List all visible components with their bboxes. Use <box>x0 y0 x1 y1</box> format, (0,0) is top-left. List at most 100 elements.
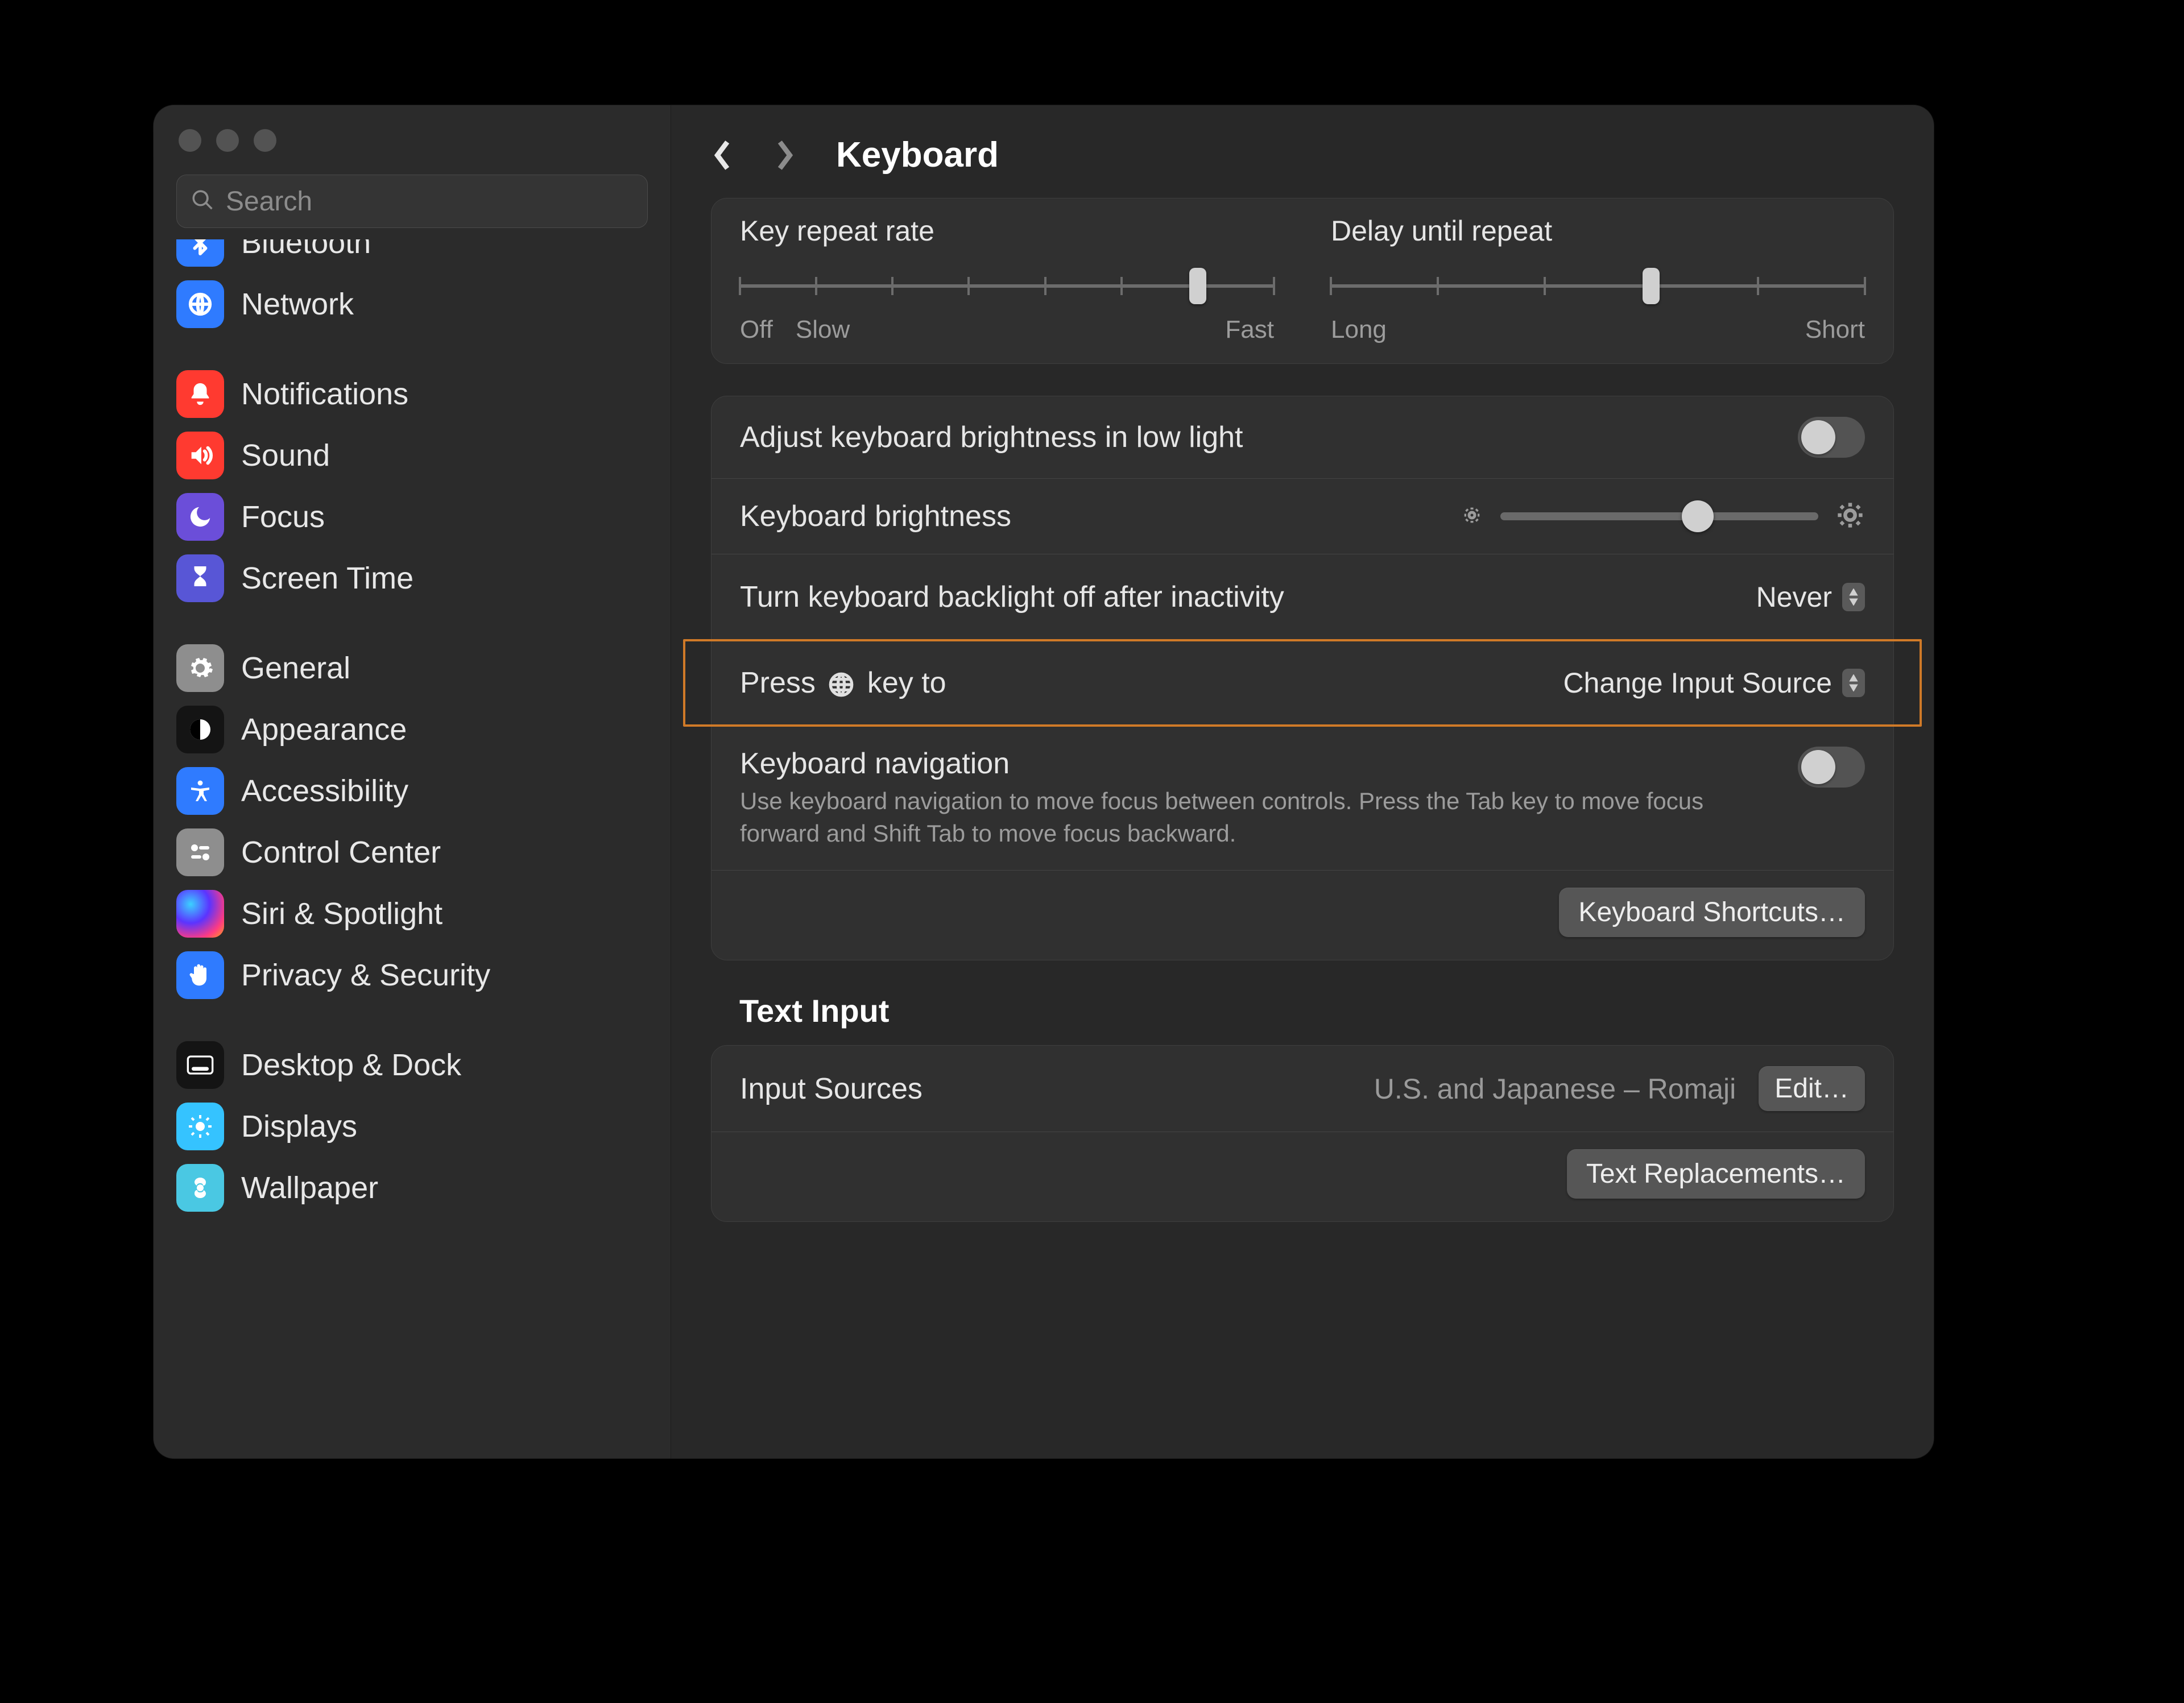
backlight-off-select[interactable]: Never <box>1744 575 1865 619</box>
sidebar-item-network[interactable]: Network <box>167 274 657 335</box>
sidebar-item-label: Wallpaper <box>241 1170 378 1205</box>
sidebar-item-control-center[interactable]: Control Center <box>167 822 657 883</box>
settings-window: Bluetooth Network Notifications <box>154 105 1934 1458</box>
sidebar-item-general[interactable]: General <box>167 637 657 699</box>
sidebar-item-label: Privacy & Security <box>241 958 490 993</box>
text-replacements-row: Text Replacements… <box>712 1132 1893 1221</box>
backlight-off-label: Turn keyboard backlight off after inacti… <box>740 580 1284 614</box>
delay-label: Delay until repeat <box>1331 214 1865 247</box>
keyboard-brightness-row: Keyboard brightness <box>712 478 1893 554</box>
sidebar-item-appearance[interactable]: Appearance <box>167 699 657 760</box>
auto-brightness-toggle[interactable] <box>1798 417 1865 458</box>
keyboard-navigation-label: Keyboard navigation <box>740 747 1775 781</box>
appearance-icon <box>176 706 224 753</box>
control-center-icon <box>176 828 224 876</box>
search-field[interactable] <box>176 175 648 228</box>
traffic-light-zoom[interactable] <box>254 129 276 152</box>
sidebar-item-label: Bluetooth <box>241 239 371 260</box>
sidebar-item-displays[interactable]: Displays <box>167 1096 657 1157</box>
sidebar-item-accessibility[interactable]: Accessibility <box>167 760 657 822</box>
key-repeat-slider[interactable] <box>740 269 1274 303</box>
sidebar-item-label: Sound <box>241 438 330 473</box>
sidebar-item-bluetooth[interactable]: Bluetooth <box>167 239 657 274</box>
siri-icon <box>176 890 224 938</box>
sidebar-item-label: Accessibility <box>241 773 408 809</box>
sidebar-item-label: Focus <box>241 499 325 534</box>
dock-icon <box>176 1041 224 1089</box>
keyboard-brightness-slider[interactable] <box>1461 500 1865 533</box>
sidebar-item-label: General <box>241 650 350 686</box>
globe-key-row: Press key to Change Input Source <box>712 640 1893 726</box>
traffic-light-minimize[interactable] <box>216 129 239 152</box>
sidebar-item-siri-spotlight[interactable]: Siri & Spotlight <box>167 883 657 944</box>
delay-short-label: Short <box>1805 316 1865 344</box>
delay-long-label: Long <box>1331 316 1387 344</box>
sidebar-item-label: Displays <box>241 1109 357 1144</box>
globe-key-value: Change Input Source <box>1563 666 1832 699</box>
auto-brightness-row: Adjust keyboard brightness in low light <box>712 396 1893 478</box>
text-replacements-button[interactable]: Text Replacements… <box>1567 1149 1865 1199</box>
gear-icon <box>176 644 224 692</box>
key-repeat-label: Key repeat rate <box>740 214 1274 247</box>
moon-icon <box>176 493 224 541</box>
input-sources-edit-button[interactable]: Edit… <box>1759 1066 1865 1111</box>
chevron-updown-icon <box>1842 669 1865 697</box>
traffic-light-close[interactable] <box>179 129 201 152</box>
globe-icon <box>827 670 855 699</box>
sidebar-list: Bluetooth Network Notifications <box>154 239 671 1458</box>
search-icon <box>191 188 214 215</box>
sidebar-item-label: Control Center <box>241 835 441 870</box>
hourglass-icon <box>176 554 224 602</box>
backlight-off-row: Turn keyboard backlight off after inacti… <box>712 554 1893 640</box>
sidebar-item-label: Notifications <box>241 376 408 412</box>
hand-icon <box>176 951 224 999</box>
sidebar-item-desktop-dock[interactable]: Desktop & Dock <box>167 1034 657 1096</box>
window-controls <box>154 120 671 175</box>
input-sources-row: Input Sources U.S. and Japanese – Romaji… <box>712 1046 1893 1132</box>
delay-slider[interactable] <box>1331 269 1865 303</box>
key-repeat-slider-group: Key repeat rate Off Slow Fast <box>740 214 1274 344</box>
keyboard-shortcuts-button[interactable]: Keyboard Shortcuts… <box>1559 888 1865 937</box>
key-repeat-fast-label: Fast <box>1225 316 1274 344</box>
text-input-heading: Text Input <box>739 992 1894 1029</box>
sidebar-item-label: Network <box>241 287 354 322</box>
delay-slider-group: Delay until repeat Long Short <box>1331 214 1865 344</box>
sidebar: Bluetooth Network Notifications <box>154 105 671 1458</box>
nav-back-button[interactable] <box>711 138 734 172</box>
sidebar-item-screen-time[interactable]: Screen Time <box>167 548 657 609</box>
sidebar-item-privacy-security[interactable]: Privacy & Security <box>167 944 657 1006</box>
key-repeat-off-label: Off <box>740 316 773 344</box>
brightness-high-icon <box>1835 500 1865 533</box>
chevron-updown-icon <box>1842 583 1865 611</box>
network-icon <box>176 280 224 328</box>
titlebar: Keyboard <box>671 105 1934 198</box>
displays-icon <box>176 1103 224 1150</box>
brightness-low-icon <box>1461 504 1483 529</box>
keyboard-navigation-desc: Use keyboard navigation to move focus be… <box>740 785 1775 850</box>
sidebar-item-label: Siri & Spotlight <box>241 896 442 931</box>
sidebar-item-notifications[interactable]: Notifications <box>167 363 657 425</box>
keyboard-navigation-row: Keyboard navigation Use keyboard navigat… <box>712 726 1893 870</box>
keyboard-shortcuts-row: Keyboard Shortcuts… <box>712 870 1893 960</box>
sidebar-item-focus[interactable]: Focus <box>167 486 657 548</box>
input-sources-value: U.S. and Japanese – Romaji <box>1374 1072 1736 1105</box>
auto-brightness-label: Adjust keyboard brightness in low light <box>740 420 1243 454</box>
sidebar-item-label: Desktop & Dock <box>241 1047 461 1083</box>
search-input[interactable] <box>225 185 634 218</box>
keyboard-navigation-toggle[interactable] <box>1798 747 1865 788</box>
key-repeat-panel: Key repeat rate Off Slow Fast <box>711 198 1894 364</box>
sidebar-item-sound[interactable]: Sound <box>167 425 657 486</box>
bell-icon <box>176 370 224 418</box>
input-sources-label: Input Sources <box>740 1072 923 1106</box>
nav-forward-button <box>774 138 796 172</box>
sidebar-item-label: Appearance <box>241 712 407 747</box>
page-title: Keyboard <box>836 135 999 175</box>
sidebar-item-label: Screen Time <box>241 561 413 596</box>
sidebar-item-wallpaper[interactable]: Wallpaper <box>167 1157 657 1219</box>
sound-icon <box>176 432 224 479</box>
backlight-off-value: Never <box>1756 581 1832 614</box>
wallpaper-icon <box>176 1164 224 1212</box>
brightness-panel: Adjust keyboard brightness in low light … <box>711 396 1894 960</box>
globe-key-select[interactable]: Change Input Source <box>1550 661 1865 705</box>
text-input-panel: Input Sources U.S. and Japanese – Romaji… <box>711 1045 1894 1222</box>
